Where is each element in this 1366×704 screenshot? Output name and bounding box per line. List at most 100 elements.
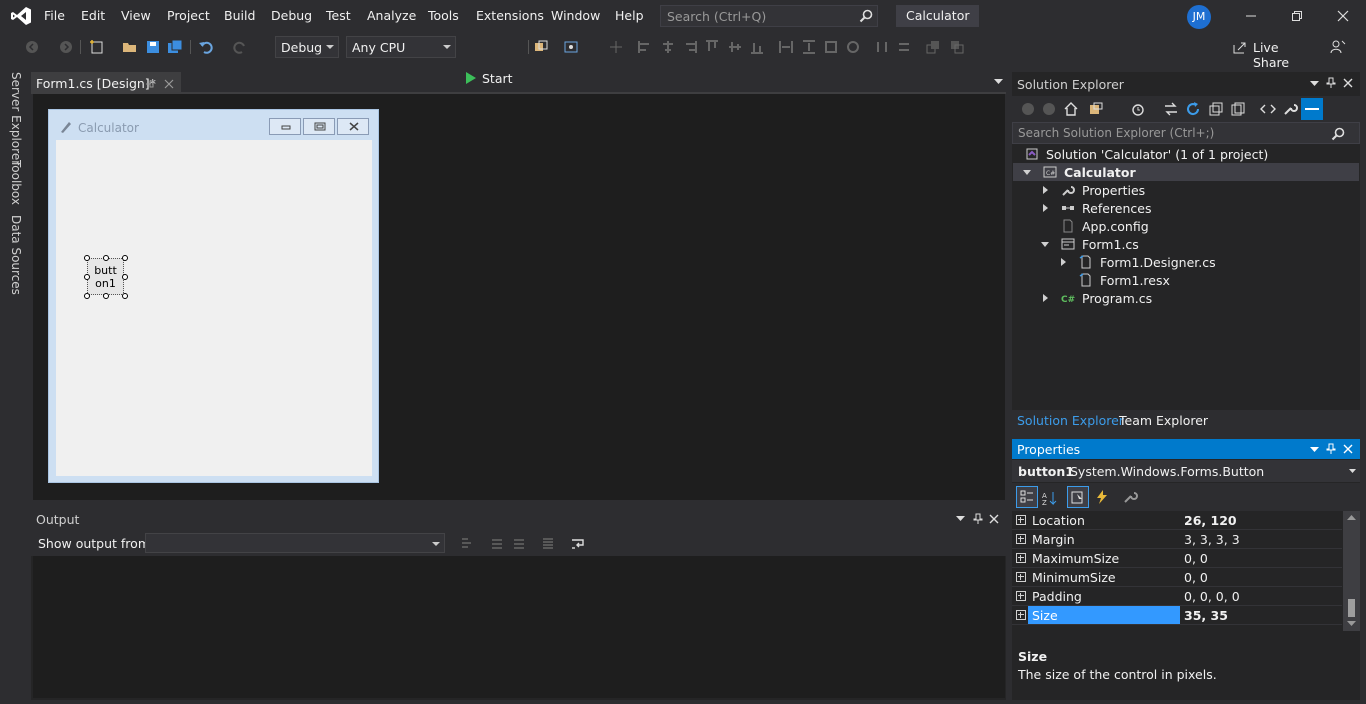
scroll-down-icon[interactable] (1347, 621, 1356, 627)
tab-server-explorer[interactable]: Server Explorer (9, 72, 23, 165)
pin-icon[interactable] (973, 513, 983, 525)
expand-arrow-icon[interactable] (1043, 204, 1048, 212)
property-row-minimumsize[interactable]: MinimumSize 0, 0 (1012, 568, 1342, 587)
property-grid-scrollbar[interactable] (1343, 511, 1360, 631)
tree-item-form1-resx[interactable]: Form1.resx (1013, 271, 1359, 289)
make-same-size-icon[interactable] (845, 39, 861, 55)
menu-analyze[interactable]: Analyze (367, 8, 416, 23)
previous-message-icon[interactable] (489, 536, 505, 552)
menu-window[interactable]: Window (551, 8, 600, 23)
solution-configuration-dropdown[interactable]: Debug (275, 36, 339, 58)
menu-project[interactable]: Project (167, 8, 210, 23)
redo-icon[interactable] (232, 39, 248, 55)
send-to-back-icon[interactable] (949, 39, 965, 55)
scrollbar-thumb[interactable] (1348, 599, 1355, 617)
pin-icon[interactable] (1326, 77, 1336, 89)
collapse-arrow-icon[interactable] (1041, 242, 1049, 247)
align-middles-icon[interactable] (727, 39, 743, 55)
property-row-maximumsize[interactable]: MaximumSize 0, 0 (1012, 549, 1342, 568)
align-bottoms-icon[interactable] (749, 39, 765, 55)
collapse-all-icon[interactable] (1208, 101, 1224, 117)
word-wrap-icon[interactable] (570, 536, 586, 552)
show-output-from-dropdown[interactable] (145, 533, 445, 553)
view-code-icon[interactable] (1260, 101, 1276, 117)
collapse-arrow-icon[interactable] (1023, 170, 1031, 175)
properties-wrench-icon[interactable] (1282, 101, 1298, 117)
expand-plus-icon[interactable] (1016, 515, 1026, 525)
find-message-icon[interactable] (459, 536, 475, 552)
tree-item-references[interactable]: References (1013, 199, 1359, 217)
property-pages-icon[interactable] (1122, 489, 1138, 505)
horizontal-spacing-icon[interactable] (874, 39, 890, 55)
next-message-icon[interactable] (511, 536, 527, 552)
tree-item-program-cs[interactable]: C# Program.cs (1013, 289, 1359, 307)
pending-changes-filter-icon[interactable] (1130, 101, 1146, 117)
align-tops-icon[interactable] (704, 39, 720, 55)
property-value[interactable]: 35, 35 (1184, 608, 1228, 623)
tree-item-properties[interactable]: Properties (1013, 181, 1359, 199)
search-icon[interactable] (1331, 127, 1345, 141)
property-row-size[interactable]: Size 35, 35 (1012, 606, 1342, 625)
open-folder-icon[interactable] (122, 39, 138, 55)
menu-build[interactable]: Build (224, 8, 255, 23)
property-value[interactable]: 0, 0 (1184, 570, 1208, 585)
tab-list-dropdown-icon[interactable] (994, 79, 1003, 85)
menu-view[interactable]: View (121, 8, 151, 23)
window-position-dropdown-icon[interactable] (1310, 81, 1319, 87)
categorized-button[interactable] (1016, 486, 1038, 508)
resize-handle[interactable] (84, 255, 90, 261)
expand-plus-icon[interactable] (1016, 534, 1026, 544)
menu-extensions[interactable]: Extensions (476, 8, 544, 23)
expand-plus-icon[interactable] (1016, 610, 1026, 620)
tree-item-form1-cs[interactable]: Form1.cs (1013, 235, 1359, 253)
property-row-margin[interactable]: Margin 3, 3, 3, 3 (1012, 530, 1342, 549)
save-icon[interactable] (145, 39, 161, 55)
align-rights-icon[interactable] (682, 39, 698, 55)
tab-toolbox[interactable]: Toolbox (9, 160, 23, 205)
property-row-location[interactable]: Location 26, 120 (1012, 511, 1342, 530)
solution-explorer-search-input[interactable]: Search Solution Explorer (Ctrl+;) (1012, 122, 1360, 144)
close-panel-icon[interactable] (1343, 78, 1353, 88)
refresh-icon[interactable] (1185, 101, 1201, 117)
home-icon[interactable] (1063, 101, 1079, 117)
properties-view-button[interactable] (1067, 486, 1089, 508)
property-value[interactable]: 0, 0, 0, 0 (1184, 589, 1240, 604)
output-text-area[interactable] (33, 556, 1005, 698)
resize-handle[interactable] (122, 293, 128, 299)
window-position-dropdown-icon[interactable] (956, 516, 965, 522)
pin-icon[interactable] (1326, 443, 1336, 455)
clear-all-icon[interactable] (540, 536, 556, 552)
expand-plus-icon[interactable] (1016, 591, 1026, 601)
save-all-icon[interactable] (167, 39, 183, 55)
resize-handle[interactable] (84, 293, 90, 299)
tab-solution-explorer[interactable]: Solution Explorer (1017, 413, 1124, 428)
menu-help[interactable]: Help (615, 8, 644, 23)
align-centers-icon[interactable] (660, 39, 676, 55)
expand-arrow-icon[interactable] (1043, 294, 1048, 302)
tree-item-app-config[interactable]: App.config (1013, 217, 1359, 235)
target-icon[interactable] (563, 39, 579, 55)
button1-control[interactable]: butt on1 (87, 258, 124, 295)
new-project-icon[interactable] (89, 39, 105, 55)
close-panel-icon[interactable] (1343, 444, 1353, 454)
align-lefts-icon[interactable] (637, 39, 653, 55)
show-all-files-icon[interactable] (1230, 101, 1246, 117)
close-panel-icon[interactable] (989, 514, 999, 524)
sync-with-active-document-icon[interactable] (1163, 101, 1179, 117)
restore-icon[interactable] (1291, 10, 1303, 22)
events-lightning-icon[interactable] (1094, 489, 1110, 505)
window-position-dropdown-icon[interactable] (1310, 447, 1319, 453)
property-value[interactable]: 26, 120 (1184, 513, 1237, 528)
feedback-icon[interactable] (1330, 39, 1346, 55)
back-icon[interactable] (1020, 101, 1036, 117)
expand-plus-icon[interactable] (1016, 553, 1026, 563)
expand-arrow-icon[interactable] (1043, 186, 1048, 194)
user-avatar[interactable]: JM (1187, 5, 1211, 29)
form-client-area[interactable]: butt on1 (56, 140, 372, 476)
alphabetical-sort-icon[interactable]: AZ (1042, 490, 1058, 506)
forward-icon[interactable] (1041, 101, 1057, 117)
tree-item-project-calculator[interactable]: C# Calculator (1013, 163, 1359, 181)
scroll-up-icon[interactable] (1347, 515, 1356, 521)
switch-views-icon[interactable] (1088, 101, 1104, 117)
property-row-padding[interactable]: Padding 0, 0, 0, 0 (1012, 587, 1342, 606)
